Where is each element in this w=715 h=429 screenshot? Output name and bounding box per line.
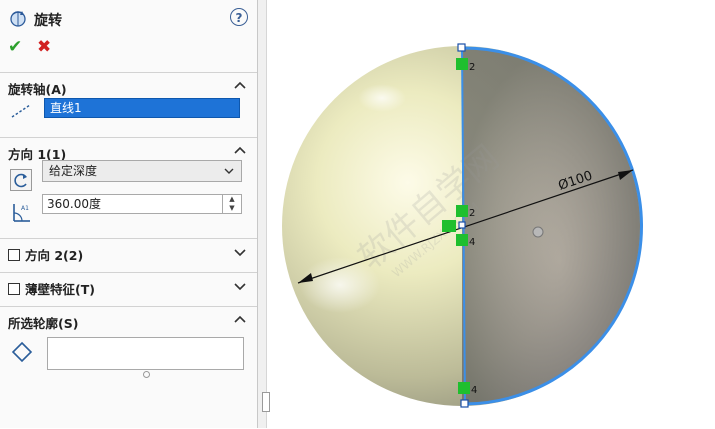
svg-text:A1: A1	[21, 205, 29, 212]
coincident-relation-icon[interactable]	[456, 58, 468, 70]
panel-splitter[interactable]	[258, 0, 267, 428]
axis-line-icon	[11, 104, 31, 118]
chevron-up-icon[interactable]	[233, 313, 247, 327]
thin-feature-checkbox[interactable]	[8, 283, 20, 295]
help-icon[interactable]: ?	[230, 8, 248, 26]
relation-label: 4	[471, 385, 477, 396]
revolve-icon	[10, 11, 26, 27]
sketch-midpoint[interactable]	[458, 221, 466, 229]
section-selected-contours: 所选轮廓(S)	[0, 306, 257, 429]
chevron-up-icon[interactable]	[233, 144, 247, 158]
reverse-direction-icon[interactable]	[10, 169, 32, 191]
angle-spinner[interactable]: ▲ ▼	[222, 195, 241, 213]
sketch-endpoint[interactable]	[460, 399, 469, 408]
end-condition-select[interactable]: 给定深度	[42, 160, 242, 182]
angle-input[interactable]: 360.00度 ▲ ▼	[42, 194, 242, 214]
vertical-relation-icon[interactable]	[458, 382, 470, 394]
chevron-up-icon[interactable]	[233, 79, 247, 93]
ok-check-icon[interactable]: ✔	[8, 38, 22, 56]
spin-up-icon[interactable]: ▲	[223, 195, 241, 204]
revolved-section-shading	[462, 48, 640, 404]
section-axis-title[interactable]: 旋转轴(A)	[8, 79, 67, 98]
section-direction1: 方向 1(1) 给定深度 A1 360.00度 ▲ ▼	[0, 137, 257, 238]
vertical-relation-icon[interactable]	[456, 234, 468, 246]
chevron-down-icon[interactable]	[233, 279, 247, 293]
angle-value: 360.00度	[47, 197, 101, 211]
section-thin-feature: 薄壁特征(T)	[0, 272, 257, 307]
chevron-down-icon	[224, 168, 234, 174]
section-thin-title: 薄壁特征(T)	[25, 282, 95, 297]
cancel-x-icon[interactable]: ✖	[37, 38, 51, 56]
relation-label: 2	[469, 208, 475, 219]
section-direction2: 方向 2(2)	[0, 238, 257, 273]
axis-selection-field[interactable]: 直线1	[44, 98, 240, 118]
sphere-highlight-top	[358, 84, 406, 112]
resize-grip-icon[interactable]	[143, 371, 150, 378]
selected-contours-list[interactable]	[47, 337, 244, 370]
spin-down-icon[interactable]: ▼	[223, 204, 241, 213]
section-direction2-title: 方向 2(2)	[25, 248, 84, 263]
origin-icon	[532, 226, 544, 238]
angle-icon: A1	[13, 204, 30, 222]
end-condition-value: 给定深度	[49, 164, 98, 178]
chevron-down-icon[interactable]	[233, 245, 247, 259]
sketch-endpoint[interactable]	[457, 43, 466, 52]
section-direction2-header[interactable]: 方向 2(2)	[8, 245, 83, 264]
relation-label: 4	[469, 237, 475, 248]
coincident-relation-icon[interactable]	[456, 205, 468, 217]
section-axis: 旋转轴(A) 直线1	[0, 72, 257, 137]
section-thin-header[interactable]: 薄壁特征(T)	[8, 279, 95, 298]
midpoint-relation-icon[interactable]	[442, 220, 456, 232]
feature-title: 旋转	[34, 13, 62, 29]
graphics-viewport[interactable]: 软件自学网 WWW.RJZXW.COM Ø100 2 2 4 4	[268, 0, 715, 428]
feature-header: 旋转 ?	[6, 8, 250, 30]
relation-label: 2	[469, 62, 475, 73]
property-manager-panel: 旋转 ? ✔ ✖ 旋转轴(A) 直线1 方向 1(1) 给定深度 A1 360.…	[0, 0, 258, 428]
section-contours-title[interactable]: 所选轮廓(S)	[8, 313, 78, 332]
contour-diamond-icon	[11, 341, 33, 363]
direction2-checkbox[interactable]	[8, 249, 20, 261]
